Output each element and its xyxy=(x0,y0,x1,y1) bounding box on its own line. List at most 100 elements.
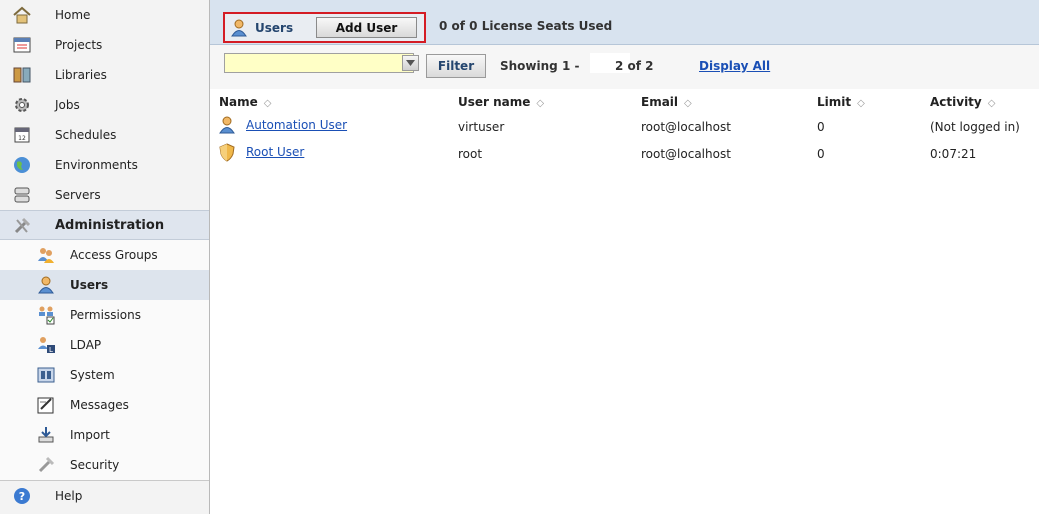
sidebar-item-label: Libraries xyxy=(55,68,107,82)
column-header-name[interactable]: Name ◇ xyxy=(219,95,272,109)
sidebar-item-schedules[interactable]: 12 Schedules xyxy=(0,120,209,150)
sidebar-item-label: Home xyxy=(55,8,91,22)
showing-range-label: Showing 1 - xyxy=(500,59,580,73)
activity-cell: 0:07:21 xyxy=(930,147,977,161)
help-icon: ? xyxy=(14,488,30,504)
server-icon xyxy=(14,187,30,203)
sidebar-item-label: Security xyxy=(70,458,120,472)
filter-button[interactable]: Filter xyxy=(426,54,486,78)
tab-users-label: Users xyxy=(255,21,294,35)
sidebar-item-environments[interactable]: Environments xyxy=(0,150,209,180)
limit-cell: 0 xyxy=(817,120,825,134)
shield-icon xyxy=(219,143,235,162)
table-row: Automation User virtuser root@localhost … xyxy=(210,116,1039,138)
sidebar-item-messages[interactable]: Messages xyxy=(0,390,209,420)
sidebar-item-label: Import xyxy=(70,428,110,442)
sort-icon: ◇ xyxy=(263,98,272,109)
license-seats-status: 0 of 0 License Seats Used xyxy=(439,19,613,33)
filter-bar: Filter Showing 1 - 2 of 2 Display All xyxy=(210,45,1039,89)
user-name-link[interactable]: Automation User xyxy=(246,118,347,132)
main-content: Users Add User 0 of 0 License Seats Used… xyxy=(210,0,1039,514)
sidebar-item-label: Access Groups xyxy=(70,248,158,262)
username-cell: virtuser xyxy=(458,120,505,134)
sidebar-item-access-groups[interactable]: Access Groups xyxy=(0,240,209,270)
sidebar-item-libraries[interactable]: Libraries xyxy=(0,60,209,90)
filter-dropdown-button[interactable] xyxy=(402,55,419,71)
column-header-label: Limit xyxy=(817,95,852,109)
sidebar-item-jobs[interactable]: Jobs xyxy=(0,90,209,120)
sidebar-item-projects[interactable]: Projects xyxy=(0,30,209,60)
sidebar-item-label: Help xyxy=(55,488,83,503)
group-icon xyxy=(38,248,54,263)
sidebar: Home Projects Libraries Jobs 12 Schedule… xyxy=(0,0,210,514)
username-cell: root xyxy=(458,147,483,161)
security-icon xyxy=(38,456,55,473)
filter-input[interactable] xyxy=(224,53,419,73)
chevron-down-icon xyxy=(406,60,415,66)
projects-icon xyxy=(13,37,31,53)
add-user-button[interactable]: Add User xyxy=(316,17,417,38)
toolbar: Users Add User 0 of 0 License Seats Used xyxy=(210,0,1039,45)
sidebar-item-label: Projects xyxy=(55,38,103,52)
libraries-icon xyxy=(13,67,31,83)
home-icon xyxy=(13,6,31,24)
user-name-link[interactable]: Root User xyxy=(246,145,304,159)
user-icon xyxy=(219,116,235,134)
gear-icon xyxy=(15,98,29,112)
column-header-label: Activity xyxy=(930,95,982,109)
sidebar-item-label: Jobs xyxy=(55,98,80,112)
sidebar-item-label: System xyxy=(70,368,115,382)
column-header-label: Email xyxy=(641,95,679,109)
column-header-label: User name xyxy=(458,95,531,109)
tab-users[interactable]: Users xyxy=(229,17,293,39)
email-cell: root@localhost xyxy=(641,120,731,134)
sidebar-item-users[interactable]: Users xyxy=(0,270,209,300)
svg-text:12: 12 xyxy=(18,135,26,142)
sidebar-item-label: Servers xyxy=(55,188,101,202)
system-icon xyxy=(37,367,55,383)
column-header-activity[interactable]: Activity ◇ xyxy=(930,95,995,109)
svg-text:?: ? xyxy=(19,490,25,503)
sort-icon: ◇ xyxy=(987,98,996,109)
sort-icon: ◇ xyxy=(536,98,545,109)
svg-text:L: L xyxy=(49,346,53,354)
column-header-username[interactable]: User name ◇ xyxy=(458,95,544,109)
globe-icon xyxy=(14,157,30,173)
sidebar-item-label: LDAP xyxy=(70,338,102,352)
sidebar-item-label: Administration xyxy=(55,217,165,233)
sidebar-item-security[interactable]: Security xyxy=(0,450,209,480)
sidebar-item-label: Permissions xyxy=(70,308,141,322)
admin-submenu: Access Groups Users Permissions L LDAP S… xyxy=(0,240,209,480)
user-icon xyxy=(38,276,54,294)
sidebar-item-home[interactable]: Home xyxy=(0,0,209,30)
page-info: 2 of 2 xyxy=(615,59,654,73)
permissions-icon xyxy=(39,306,55,325)
column-header-limit[interactable]: Limit ◇ xyxy=(817,95,865,109)
sidebar-item-label: Messages xyxy=(70,398,129,412)
activity-cell: (Not logged in) xyxy=(930,120,1020,134)
sidebar-item-administration[interactable]: Administration xyxy=(0,210,209,240)
highlighted-tab-box: Users Add User xyxy=(223,12,426,43)
email-cell: root@localhost xyxy=(641,147,731,161)
sidebar-item-system[interactable]: System xyxy=(0,360,209,390)
column-header-email[interactable]: Email ◇ xyxy=(641,95,692,109)
sidebar-item-help[interactable]: ? Help xyxy=(0,480,209,510)
calendar-icon: 12 xyxy=(14,127,30,143)
tools-icon xyxy=(14,217,31,234)
sidebar-item-permissions[interactable]: Permissions xyxy=(0,300,209,330)
sort-icon: ◇ xyxy=(684,98,692,109)
messages-icon xyxy=(37,397,54,414)
sidebar-item-label: Environments xyxy=(55,158,138,172)
user-icon xyxy=(231,19,247,37)
sidebar-item-label: Schedules xyxy=(55,128,117,142)
sidebar-item-import[interactable]: Import xyxy=(0,420,209,450)
limit-cell: 0 xyxy=(817,147,825,161)
import-icon xyxy=(38,427,54,443)
sort-icon: ◇ xyxy=(857,98,865,109)
sidebar-item-servers[interactable]: Servers xyxy=(0,180,209,210)
sidebar-item-ldap[interactable]: L LDAP xyxy=(0,330,209,360)
display-all-link[interactable]: Display All xyxy=(699,59,770,73)
table-header: Name ◇ User name ◇ Email ◇ Limit ◇ Activity ◇ xyxy=(210,92,1039,114)
table-row: Root User root root@localhost 0 0:07:21 xyxy=(210,143,1039,165)
ldap-icon: L xyxy=(38,337,55,354)
